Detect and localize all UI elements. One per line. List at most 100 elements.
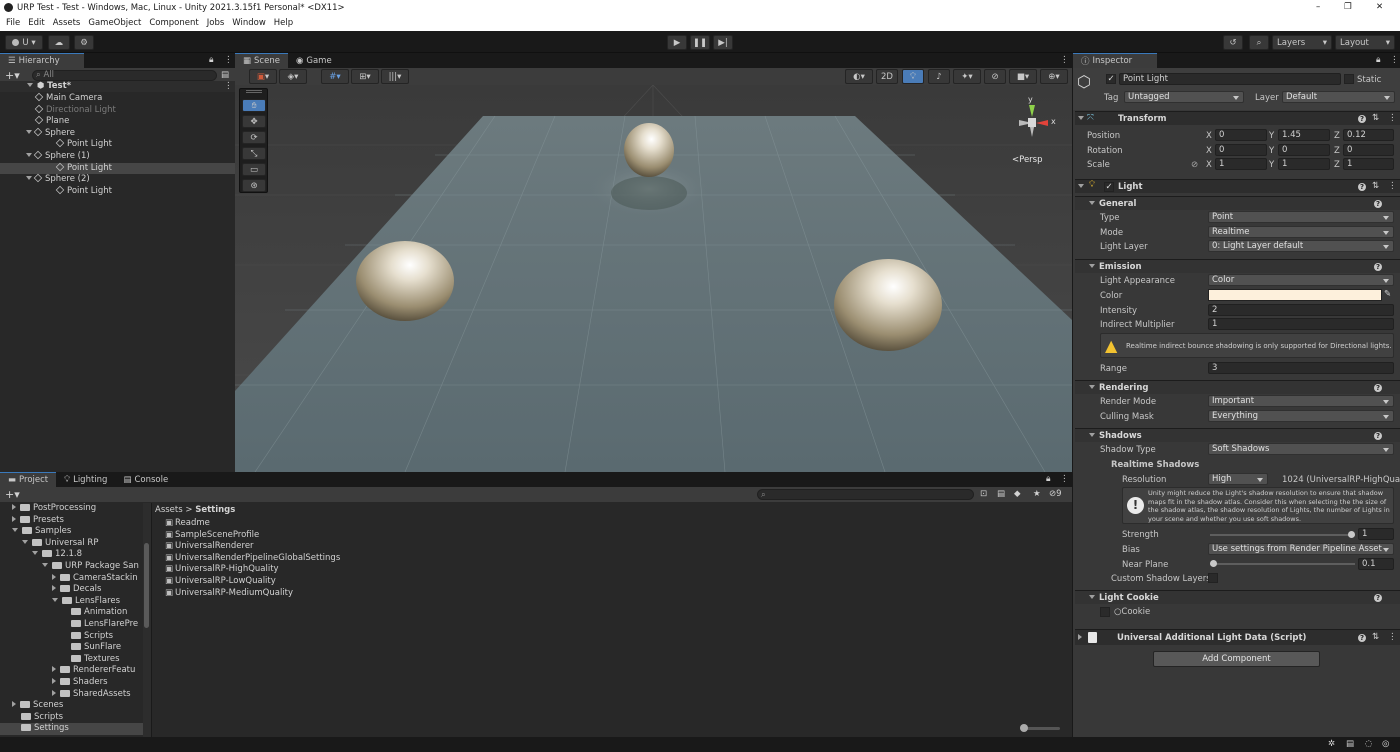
hierarchy-item[interactable]: Sphere	[0, 127, 235, 140]
color-swatch[interactable]	[1208, 289, 1382, 301]
position-y-field[interactable]: 1.45	[1278, 129, 1330, 141]
layer-dropdown[interactable]: Default	[1282, 91, 1395, 103]
chevron-down-icon[interactable]	[52, 597, 58, 602]
active-checkbox[interactable]: ✓	[1106, 74, 1116, 84]
camera-button[interactable]: ■ ▾	[1009, 69, 1037, 84]
progress-icon[interactable]: ◌	[1365, 739, 1372, 749]
hand-tool[interactable]: ✋︎	[242, 99, 266, 112]
audio-toggle[interactable]: ♪	[928, 69, 950, 84]
chevron-right-icon[interactable]	[12, 515, 16, 522]
zoom-slider[interactable]	[1020, 724, 1060, 732]
help-icon[interactable]: ?	[1358, 634, 1366, 642]
folder-tree-item[interactable]: Scripts	[0, 712, 143, 724]
folder-tree-item[interactable]: LensFlarePre	[0, 619, 143, 631]
intensity-field[interactable]: 2	[1208, 304, 1394, 316]
help-icon[interactable]: ?	[1374, 384, 1382, 392]
asset-item[interactable]: ▣ Readme	[165, 518, 340, 530]
hierarchy-search-input[interactable]: ⌕ All	[32, 70, 217, 81]
hierarchy-item[interactable]: Point Light	[0, 162, 235, 175]
tab-project[interactable]: ▬ Project	[0, 472, 57, 487]
visibility-toggle[interactable]: ⊘	[984, 69, 1006, 84]
tag-dropdown[interactable]: Untagged	[1124, 91, 1244, 103]
asset-item[interactable]: ▣ UniversalRP-HighQuality	[165, 564, 340, 576]
expand-arrow-icon[interactable]	[26, 152, 32, 157]
resolution-dropdown[interactable]: High	[1208, 473, 1268, 485]
rect-tool[interactable]: ▭	[242, 163, 266, 176]
culling-dropdown[interactable]: Everything	[1208, 410, 1394, 422]
indirect-field[interactable]: 1	[1208, 318, 1394, 330]
help-icon[interactable]: ?	[1358, 115, 1366, 123]
transform-header[interactable]: ⤧ Transform ? ⇅ ⋮	[1075, 111, 1400, 125]
search-by-type-icon[interactable]: ⊡	[980, 489, 987, 499]
asset-item[interactable]: ▣ UniversalRenderPipelineGlobalSettings	[165, 553, 340, 565]
more-icon[interactable]: ⋮	[224, 81, 233, 91]
position-x-field[interactable]: 0	[1215, 129, 1267, 141]
hierarchy-item[interactable]: Main Camera	[0, 92, 235, 105]
add-icon[interactable]: +▾	[5, 488, 20, 501]
help-icon[interactable]: ?	[1374, 263, 1382, 271]
step-button[interactable]: ▶|	[713, 35, 733, 50]
tab-hierarchy[interactable]: ☰ Hierarchy	[0, 53, 84, 68]
static-checkbox[interactable]	[1344, 74, 1354, 84]
more-icon[interactable]: ⋮	[1388, 181, 1397, 191]
rendering-foldout[interactable]: Rendering?	[1075, 380, 1400, 394]
folder-tree-item[interactable]: Presets	[0, 515, 143, 527]
folder-tree-item[interactable]: Shaders	[0, 677, 143, 689]
orientation-gizmo[interactable]: y x	[1002, 93, 1062, 153]
lock-icon[interactable]: 🔒︎	[1046, 474, 1051, 484]
grid-snap-button[interactable]: # ▾	[321, 69, 349, 84]
effects-button[interactable]: ✦ ▾	[953, 69, 981, 84]
menu-item-edit[interactable]: Edit	[28, 18, 44, 28]
move-tool[interactable]: ✥	[242, 115, 266, 128]
light-header[interactable]: 💡︎ ✓ Light ? ⇅ ⋮	[1075, 179, 1400, 193]
tree-scrollbar[interactable]	[143, 503, 151, 737]
folder-tree-item[interactable]: Animation	[0, 607, 143, 619]
constrain-icon[interactable]: ⊘	[1191, 160, 1198, 170]
help-icon[interactable]: ?	[1374, 432, 1382, 440]
cookie-slot[interactable]	[1100, 607, 1110, 617]
presets-icon[interactable]: ⇅	[1372, 113, 1379, 123]
folder-tree-item[interactable]: Scripts	[0, 631, 143, 643]
hierarchy-item[interactable]: Sphere (1)	[0, 150, 235, 163]
more-icon[interactable]: ⋮	[1388, 113, 1397, 123]
menu-item-jobs[interactable]: Jobs	[207, 18, 225, 28]
help-icon[interactable]: ?	[1374, 200, 1382, 208]
account-button[interactable]: U ▾	[5, 35, 43, 50]
transform-tool[interactable]: ⊛	[242, 179, 266, 192]
drag-handle[interactable]	[246, 90, 262, 93]
custom-shadow-layers-checkbox[interactable]	[1208, 573, 1218, 583]
button-2d[interactable]: 2D	[876, 69, 898, 84]
breadcrumb-assets[interactable]: Assets	[155, 505, 183, 515]
search-by-label-icon[interactable]: ▤	[997, 489, 1005, 499]
chevron-down-icon[interactable]	[12, 528, 18, 533]
pause-button[interactable]: ❚❚	[690, 35, 710, 50]
light-enabled-checkbox[interactable]: ✓	[1104, 182, 1114, 192]
folder-tree-item[interactable]: Textures	[0, 654, 143, 666]
render-mode-button[interactable]: ◐ ▾	[845, 69, 873, 84]
object-name-field[interactable]: Point Light	[1119, 73, 1341, 85]
search-button[interactable]: ⌕	[1249, 35, 1269, 50]
more-icon[interactable]: ⋮	[1060, 55, 1069, 65]
near-plane-slider-handle[interactable]	[1210, 560, 1217, 567]
appearance-dropdown[interactable]: Color	[1208, 274, 1394, 286]
folder-tree-item[interactable]: LensFlares	[0, 596, 143, 608]
help-icon[interactable]: ?	[1358, 183, 1366, 191]
folder-tree-item[interactable]: Universal RP	[0, 538, 143, 550]
menu-item-gameobject[interactable]: GameObject	[88, 18, 141, 28]
asset-item[interactable]: ▣ UniversalRP-MediumQuality	[165, 588, 340, 600]
tab-scene[interactable]: ▦ Scene	[235, 53, 288, 68]
collab-button[interactable]: ⚙	[74, 35, 94, 50]
layers-dropdown[interactable]: Layers ▾	[1272, 35, 1332, 50]
eyedropper-icon[interactable]: ✎	[1384, 289, 1391, 299]
expand-arrow-icon[interactable]	[26, 176, 32, 181]
scene-root-row[interactable]: ⬢ Test* ⋮	[0, 81, 235, 92]
additional-light-header[interactable]: Universal Additional Light Data (Script)…	[1075, 629, 1400, 645]
folder-tree-item[interactable]: SunFlare	[0, 642, 143, 654]
chevron-down-icon[interactable]	[42, 562, 48, 567]
gizmos-button[interactable]: ⊕ ▾	[1040, 69, 1068, 84]
more-icon[interactable]: ⋮	[1060, 474, 1069, 484]
notification-icon[interactable]: ◎	[1382, 739, 1389, 749]
cloud-button[interactable]: ☁	[48, 35, 70, 50]
cookie-foldout[interactable]: Light Cookie?	[1075, 590, 1400, 604]
play-button[interactable]: ▶	[667, 35, 687, 50]
